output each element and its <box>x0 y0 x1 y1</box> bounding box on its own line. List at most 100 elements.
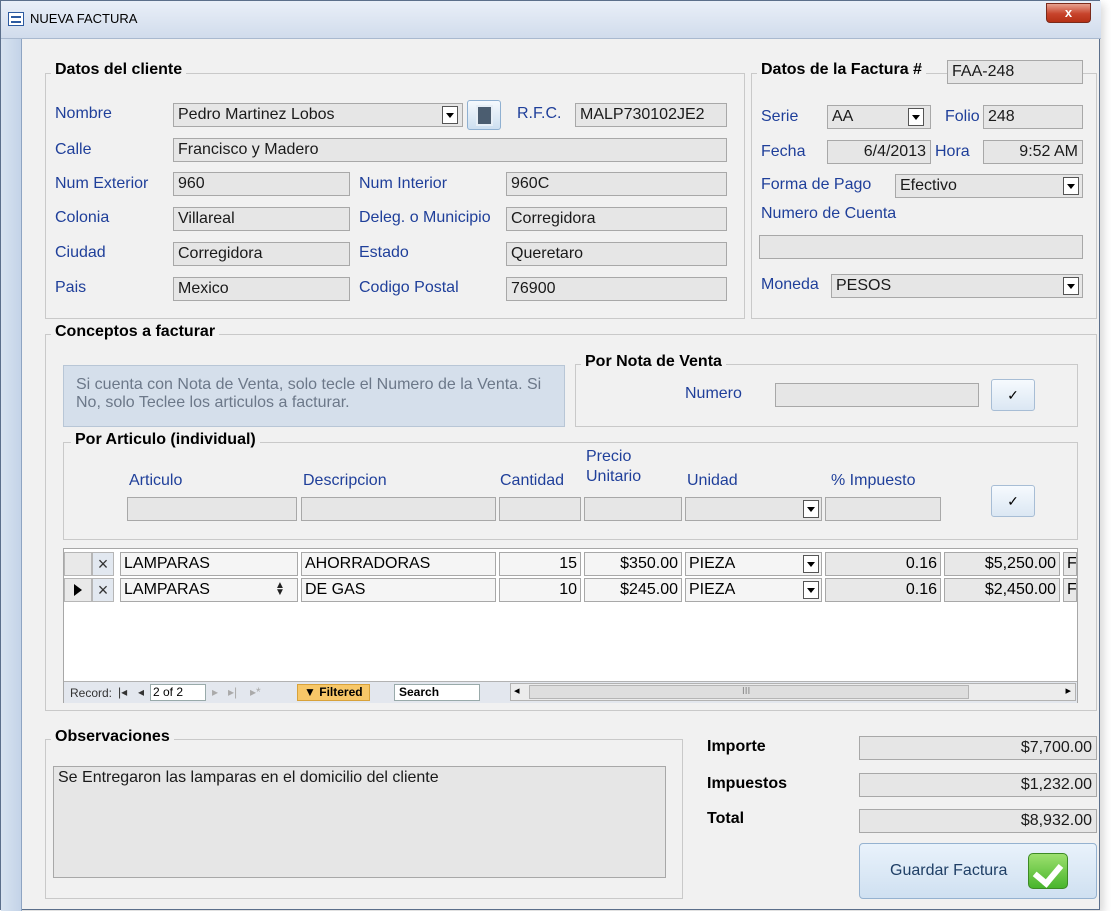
calle-field[interactable]: Francisco y Madero <box>173 138 727 162</box>
colonia-label: Colonia <box>55 209 110 226</box>
spin-arrows-icon[interactable]: ▲ ▼ <box>275 581 285 598</box>
deleg-label: Deleg. o Municipio <box>359 209 491 226</box>
total-label: Total <box>707 810 745 827</box>
cell-cantidad[interactable]: 15 <box>499 552 581 576</box>
cell-descripcion[interactable]: DE GAS <box>301 578 496 602</box>
header-unidad: Unidad <box>687 472 738 489</box>
scroll-thumb[interactable]: III <box>529 685 969 699</box>
input-impuesto[interactable] <box>825 497 941 521</box>
codigo-postal-field[interactable]: 76900 <box>506 277 727 301</box>
cell-importe: $5,250.00 <box>944 552 1060 576</box>
forma-pago-combo[interactable]: Efectivo <box>895 174 1083 198</box>
impuestos-label: Impuestos <box>707 775 788 792</box>
observaciones-title: Observaciones <box>51 728 174 746</box>
header-precio-line1: Precio <box>586 448 632 465</box>
input-unidad[interactable] <box>685 497 822 521</box>
folio-field[interactable]: 248 <box>983 105 1083 129</box>
filtered-toggle[interactable]: ▼ Filtered <box>297 684 370 701</box>
record-label: Record: <box>70 686 113 700</box>
header-impuesto: % Impuesto <box>831 472 916 489</box>
cell-impuesto[interactable]: 0.16 <box>825 552 941 576</box>
delete-row-icon[interactable]: × <box>92 578 114 602</box>
input-precio[interactable] <box>584 497 682 521</box>
num-exterior-field[interactable]: 960 <box>173 172 350 196</box>
calle-label: Calle <box>55 141 92 158</box>
nombre-combo[interactable]: Pedro Martinez Lobos <box>173 103 463 127</box>
current-record-icon <box>74 584 82 596</box>
cell-extra: F <box>1063 552 1077 576</box>
moneda-dropdown-button[interactable] <box>1063 277 1079 295</box>
hora-field[interactable]: 9:52 AM <box>983 140 1083 164</box>
colonia-field[interactable]: Villareal <box>173 207 350 231</box>
client-photo-button[interactable] <box>467 100 501 130</box>
scroll-right-icon[interactable]: ▸ <box>1065 684 1071 697</box>
cell-impuesto[interactable]: 0.16 <box>825 578 941 602</box>
buscar-nota-button[interactable]: ✓ <box>991 379 1035 411</box>
cell-articulo[interactable]: LAMPARAS <box>120 552 298 576</box>
cell-articulo[interactable]: LAMPARAS <box>120 578 298 602</box>
scroll-left-icon[interactable]: ◂ <box>514 684 520 697</box>
estado-field[interactable]: Queretaro <box>506 242 727 266</box>
first-record-icon[interactable]: |◂ <box>118 685 127 699</box>
filter-icon: ▼ <box>304 685 316 699</box>
title-bar: NUEVA FACTURA x <box>1 1 1101 39</box>
numero-nota-field[interactable] <box>775 383 979 407</box>
horizontal-scrollbar[interactable]: ◂ III ▸ <box>510 683 1076 701</box>
cell-extra: F <box>1063 578 1077 602</box>
cell-unidad[interactable]: PIEZA <box>685 578 822 602</box>
cell-precio[interactable]: $350.00 <box>584 552 682 576</box>
numero-cuenta-field[interactable] <box>759 235 1083 259</box>
fecha-label: Fecha <box>761 143 806 160</box>
pais-field[interactable]: Mexico <box>173 277 350 301</box>
cell-descripcion[interactable]: AHORRADORAS <box>301 552 496 576</box>
close-button[interactable]: x <box>1046 3 1091 23</box>
estado-label: Estado <box>359 244 409 261</box>
observaciones-textarea[interactable]: Se Entregaron las lamparas en el domicil… <box>53 766 666 878</box>
next-record-icon[interactable]: ▸ <box>212 685 218 699</box>
scroll-grip: III <box>742 686 751 697</box>
cell-unidad[interactable]: PIEZA <box>685 552 822 576</box>
num-interior-label: Num Interior <box>359 175 448 192</box>
row-selector[interactable] <box>64 578 92 602</box>
cell-precio[interactable]: $245.00 <box>584 578 682 602</box>
search-box[interactable]: Search <box>394 684 480 701</box>
num-interior-field[interactable]: 960C <box>506 172 727 196</box>
check-icon: ✓ <box>1007 387 1019 403</box>
header-cantidad: Cantidad <box>500 472 565 489</box>
cell-unidad-dropdown[interactable] <box>803 581 819 599</box>
invoice-window: NUEVA FACTURA x Datos del cliente Nombre… <box>0 0 1101 911</box>
factura-numero-field[interactable]: FAA-248 <box>947 60 1083 84</box>
serie-dropdown-button[interactable] <box>908 108 924 126</box>
header-articulo: Articulo <box>129 472 183 489</box>
new-record-icon[interactable]: ▸* <box>250 685 261 699</box>
row-selector[interactable] <box>64 552 92 576</box>
fecha-field[interactable]: 6/4/2013 <box>827 140 931 164</box>
client-photo-icon <box>476 105 493 126</box>
forma-pago-dropdown-button[interactable] <box>1063 177 1079 195</box>
moneda-combo[interactable]: PESOS <box>831 274 1083 298</box>
current-record-field[interactable]: 2 of 2 <box>150 684 206 701</box>
previous-record-icon[interactable]: ◂ <box>138 685 144 699</box>
moneda-label: Moneda <box>761 276 819 293</box>
guardar-factura-button[interactable]: Guardar Factura <box>859 843 1097 899</box>
window-title: NUEVA FACTURA <box>30 11 138 26</box>
agregar-articulo-button[interactable]: ✓ <box>991 485 1035 517</box>
cell-unidad-dropdown[interactable] <box>803 555 819 573</box>
delete-row-icon[interactable]: × <box>92 552 114 576</box>
check-icon: ✓ <box>1007 493 1019 509</box>
unidad-dropdown-button[interactable] <box>803 500 819 518</box>
input-cantidad[interactable] <box>499 497 581 521</box>
numero-cuenta-label: Numero de Cuenta <box>761 205 897 222</box>
last-record-icon[interactable]: ▸| <box>228 685 237 699</box>
cell-cantidad[interactable]: 10 <box>499 578 581 602</box>
articulo-group <box>63 442 1078 540</box>
deleg-field[interactable]: Corregidora <box>506 207 727 231</box>
input-descripcion[interactable] <box>301 497 496 521</box>
nombre-dropdown-button[interactable] <box>442 106 458 124</box>
cell-importe: $2,450.00 <box>944 578 1060 602</box>
ciudad-field[interactable]: Corregidora <box>173 242 350 266</box>
pais-label: Pais <box>55 279 87 296</box>
green-check-icon <box>1028 853 1068 889</box>
rfc-field[interactable]: MALP730102JE2 <box>575 103 727 127</box>
input-articulo[interactable] <box>127 497 297 521</box>
